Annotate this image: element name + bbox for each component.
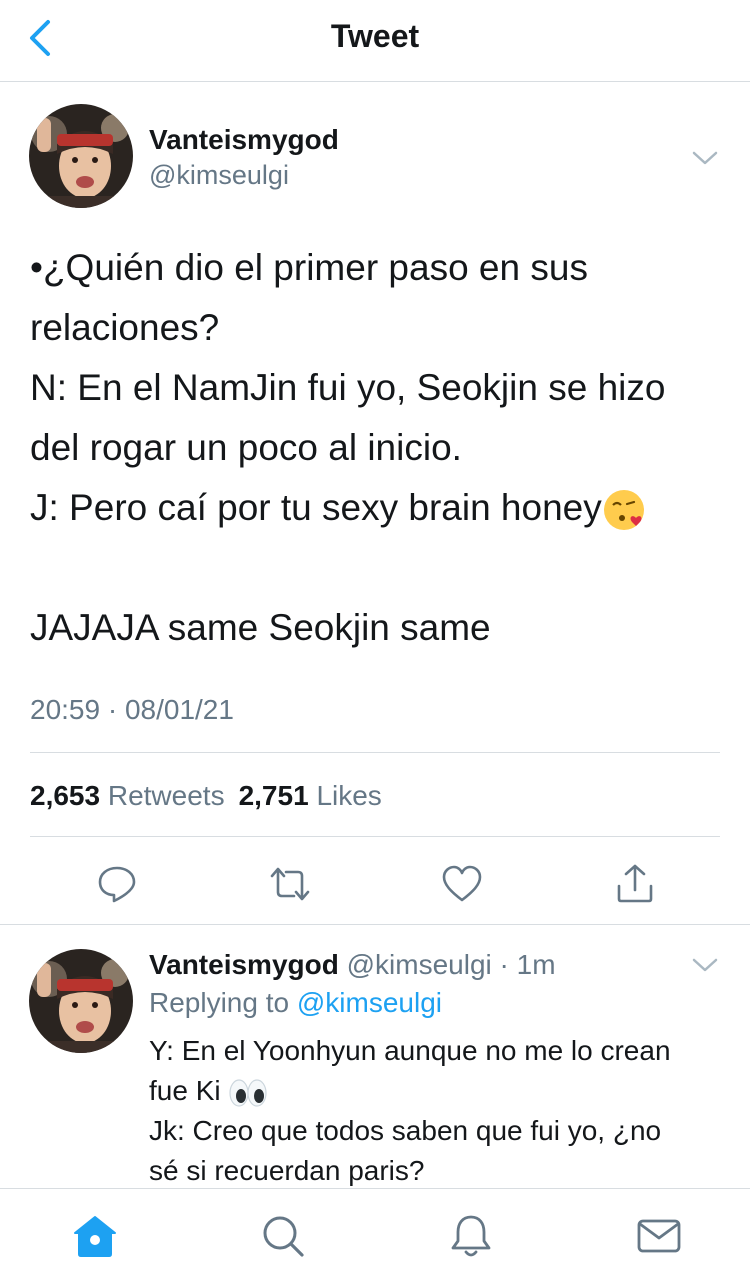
reply-header: Vanteismygod @kimseulgi · 1m [149, 949, 556, 981]
retweets-count: 2,653 [30, 780, 101, 811]
page-title: Tweet [330, 18, 420, 54]
messages-icon [637, 1219, 681, 1253]
likes-label: Likes [316, 780, 382, 811]
replying-handle-link[interactable]: @kimseulgi [297, 987, 442, 1018]
chevron-down-icon [692, 958, 718, 972]
avatar-image [29, 949, 133, 1053]
reply-line: sé si recuerdan paris? [149, 1155, 425, 1186]
avatar[interactable] [29, 104, 133, 208]
tweet-timestamp: 20:59 · 08/01/21 [30, 694, 234, 725]
tab-home[interactable] [70, 1211, 120, 1261]
retweet-button[interactable] [268, 862, 312, 906]
user-handle[interactable]: @kimseulgi [149, 160, 289, 191]
likes-stat[interactable]: 2,751 Likes [239, 780, 382, 811]
tweet-text: •¿Quién dio el primer paso en sus relaci… [30, 238, 720, 658]
like-icon [442, 865, 482, 902]
reply-text: Y: En el Yoonhyun aunque no me lo crean … [149, 1031, 724, 1191]
reply-line: Jk: Creo que todos saben que fui yo, ¿no [149, 1115, 662, 1146]
reply-tweet[interactable]: Vanteismygod @kimseulgi · 1m Replying to… [0, 925, 750, 1190]
share-button[interactable] [613, 862, 657, 906]
like-button[interactable] [440, 862, 484, 906]
reply-line: Y: En el Yoonhyun aunque no me lo crean [149, 1035, 671, 1066]
display-name[interactable]: Vanteismygod [149, 124, 339, 156]
likes-count: 2,751 [238, 780, 309, 811]
reply-menu-button[interactable] [690, 955, 720, 975]
retweet-icon [270, 867, 310, 901]
divider [30, 752, 720, 753]
tab-search[interactable] [258, 1211, 308, 1261]
replying-to: Replying to @kimseulgi [149, 987, 442, 1019]
eyes-emoji [229, 1079, 267, 1107]
bottom-tab-bar [0, 1188, 750, 1287]
tweet-line: JAJAJA same Seokjin same [30, 607, 491, 648]
tab-messages[interactable] [634, 1211, 684, 1261]
retweets-label: Retweets [107, 780, 225, 811]
reply-icon [98, 866, 136, 903]
tab-notifications[interactable] [446, 1211, 496, 1261]
reply-button[interactable] [95, 862, 139, 906]
top-bar: Tweet [0, 0, 750, 82]
avatar-image [29, 104, 133, 208]
avatar[interactable] [29, 949, 133, 1053]
share-icon [617, 864, 653, 903]
tweet-line: •¿Quién dio el primer paso en sus relaci… [30, 247, 599, 348]
search-icon [263, 1216, 304, 1257]
chevron-down-icon [692, 151, 718, 165]
tweet-line: N: En el NamJin fui yo, Seokjin se hizo … [30, 367, 676, 468]
tweet-line: J: Pero caí por tu sexy brain honey [30, 487, 602, 528]
reply-meta: @kimseulgi · 1m [346, 949, 556, 980]
divider [30, 836, 720, 837]
retweets-stat[interactable]: 2,653 Retweets [30, 780, 225, 811]
tweet-menu-button[interactable] [690, 148, 720, 168]
notifications-icon [451, 1215, 491, 1257]
display-name[interactable]: Vanteismygod [149, 949, 339, 980]
tweet-actions [0, 844, 750, 924]
tweet-stats: 2,653 Retweets 2,751 Likes [30, 780, 382, 812]
home-icon [74, 1216, 116, 1257]
kissing-face-with-heart-emoji [603, 490, 644, 531]
replying-label: Replying to [149, 987, 290, 1018]
reply-line: fue Ki [149, 1075, 221, 1106]
